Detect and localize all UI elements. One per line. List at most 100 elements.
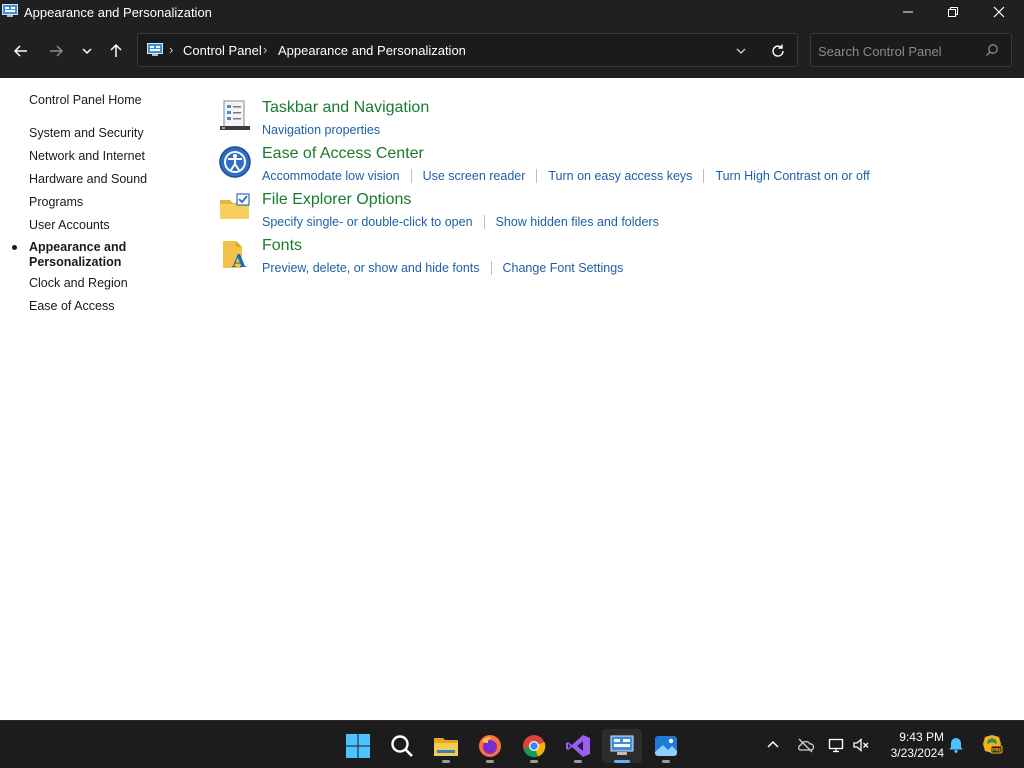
taskbar-search-button[interactable] xyxy=(382,729,422,763)
volume-muted-icon[interactable] xyxy=(852,736,870,754)
close-icon xyxy=(993,6,1005,18)
category-title[interactable]: Taskbar and Navigation xyxy=(262,99,429,117)
show-hidden-files-link[interactable]: Show hidden files and folders xyxy=(496,215,659,229)
link-divider xyxy=(536,169,538,183)
search-input[interactable] xyxy=(818,41,978,61)
link-divider xyxy=(490,261,492,275)
control-panel-icon xyxy=(610,735,634,755)
taskbar-chrome[interactable] xyxy=(514,729,554,763)
recent-locations-button[interactable] xyxy=(74,38,100,64)
onedrive-icon[interactable] xyxy=(796,736,814,754)
category-links: Accommodate low vision Use screen reader… xyxy=(262,169,870,183)
navigation-bar: › Control Panel › Appearance and Persona… xyxy=(0,24,1024,78)
taskbar-visual-studio[interactable] xyxy=(558,729,598,763)
control-panel-home-link[interactable]: Control Panel Home xyxy=(29,93,142,107)
navigation-properties-link[interactable]: Navigation properties xyxy=(262,123,380,137)
clock[interactable]: 9:43 PM 3/23/2024 xyxy=(880,729,944,761)
taskbar-control-panel[interactable] xyxy=(602,729,642,763)
search-icon xyxy=(391,735,413,757)
taskbar-file-explorer[interactable] xyxy=(426,729,466,763)
change-font-settings-link[interactable]: Change Font Settings xyxy=(503,261,624,275)
window-title: Appearance and Personalization xyxy=(24,5,212,20)
category-links: Preview, delete, or show and hide fonts … xyxy=(262,261,623,275)
fonts-icon: A xyxy=(223,241,247,271)
sidebar-item-appearance-personalization[interactable]: Appearance and Personalization xyxy=(29,240,159,270)
high-contrast-link[interactable]: Turn High Contrast on or off xyxy=(715,169,869,183)
arrow-up-icon xyxy=(110,43,122,57)
clock-date: 3/23/2024 xyxy=(890,746,944,760)
sidebar-item-programs[interactable]: Programs xyxy=(29,195,83,209)
category-title[interactable]: File Explorer Options xyxy=(262,191,411,209)
sidebar-item-network-internet[interactable]: Network and Internet xyxy=(29,149,145,163)
taskbar: 9:43 PM 3/23/2024 PRE xyxy=(0,720,1024,768)
active-item-bullet xyxy=(12,245,17,250)
category-title[interactable]: Fonts xyxy=(262,237,302,255)
minimize-button[interactable] xyxy=(885,0,931,24)
running-indicator xyxy=(574,760,582,763)
sidebar-item-hardware-sound[interactable]: Hardware and Sound xyxy=(29,172,147,186)
category-title[interactable]: Ease of Access Center xyxy=(262,145,424,163)
sidebar-item-system-security[interactable]: System and Security xyxy=(29,126,144,140)
clock-time: 9:43 PM xyxy=(899,730,944,744)
refresh-icon[interactable] xyxy=(770,43,786,59)
taskbar-firefox[interactable] xyxy=(470,729,510,763)
link-divider xyxy=(703,169,705,183)
chrome-icon xyxy=(523,735,546,758)
category-links: Navigation properties xyxy=(262,123,380,137)
file-explorer-icon xyxy=(434,738,458,756)
sidebar: Control Panel Home System and Security N… xyxy=(0,78,200,720)
chevron-up-icon[interactable] xyxy=(764,736,782,754)
control-panel-window: Appearance and Personalization › Control… xyxy=(0,0,1024,768)
easy-access-keys-link[interactable]: Turn on easy access keys xyxy=(548,169,692,183)
ease-of-access-icon xyxy=(219,146,251,178)
breadcrumb-control-panel[interactable]: Control Panel xyxy=(183,43,262,58)
photos-icon xyxy=(655,736,677,756)
preview-fonts-link[interactable]: Preview, delete, or show and hide fonts xyxy=(262,261,480,275)
arrow-left-icon xyxy=(13,45,27,57)
forward-button[interactable] xyxy=(43,38,69,64)
address-bar[interactable]: › Control Panel › Appearance and Persona… xyxy=(137,33,798,67)
single-double-click-link[interactable]: Specify single- or double-click to open xyxy=(262,215,473,229)
arrow-right-icon xyxy=(50,45,64,57)
control-panel-icon xyxy=(147,43,163,56)
running-indicator xyxy=(442,760,450,763)
svg-text:PRE: PRE xyxy=(992,748,1001,753)
folder-options-icon xyxy=(220,193,250,219)
search-box[interactable] xyxy=(810,33,1012,67)
restore-button[interactable] xyxy=(930,0,976,24)
breadcrumb-separator: › xyxy=(263,42,268,57)
visual-studio-icon xyxy=(566,735,590,757)
taskbar-photos[interactable] xyxy=(646,729,686,763)
category-links: Specify single- or double-click to open … xyxy=(262,215,659,229)
running-indicator xyxy=(662,760,670,763)
close-button[interactable] xyxy=(976,0,1022,24)
firefox-icon xyxy=(479,735,501,757)
running-indicator xyxy=(530,760,538,763)
svg-text:A: A xyxy=(231,251,247,271)
sidebar-item-user-accounts[interactable]: User Accounts xyxy=(29,218,110,232)
start-button[interactable] xyxy=(338,729,378,763)
taskbar-icon xyxy=(220,100,250,130)
sidebar-item-ease-of-access[interactable]: Ease of Access xyxy=(29,299,114,313)
restore-icon xyxy=(948,7,958,17)
link-divider xyxy=(410,169,412,183)
sidebar-item-clock-region[interactable]: Clock and Region xyxy=(29,276,128,290)
breadcrumb-appearance[interactable]: Appearance and Personalization xyxy=(278,43,466,58)
active-indicator xyxy=(614,760,630,763)
running-indicator xyxy=(486,760,494,763)
back-button[interactable] xyxy=(8,38,34,64)
use-screen-reader-link[interactable]: Use screen reader xyxy=(423,169,526,183)
up-button[interactable] xyxy=(103,38,129,64)
copilot-icon[interactable]: PRE xyxy=(981,733,1003,755)
start-icon xyxy=(346,734,370,758)
accommodate-low-vision-link[interactable]: Accommodate low vision xyxy=(262,169,400,183)
search-icon[interactable] xyxy=(985,43,999,57)
notification-bell-icon[interactable] xyxy=(947,736,965,754)
link-divider xyxy=(483,215,485,229)
breadcrumb-separator: › xyxy=(169,42,174,57)
title-bar: Appearance and Personalization xyxy=(0,0,1024,24)
network-icon[interactable] xyxy=(828,736,846,754)
chevron-down-icon xyxy=(82,48,92,55)
control-panel-app-icon xyxy=(2,4,18,17)
address-dropdown-icon[interactable] xyxy=(734,44,748,58)
